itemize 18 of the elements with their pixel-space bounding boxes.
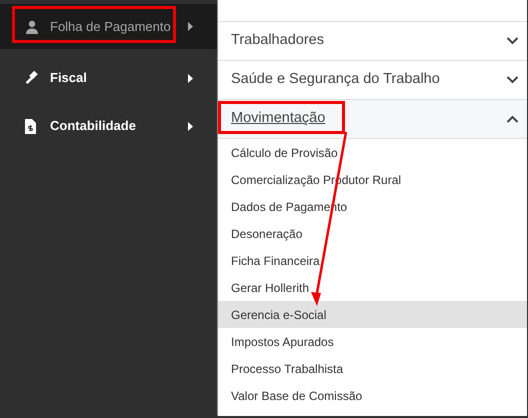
caret-right-icon: [188, 122, 193, 130]
submenu-item[interactable]: Cálculo de Provisão: [218, 139, 527, 166]
submenu-item[interactable]: Desoneração: [218, 220, 527, 247]
submenu-item[interactable]: Gerar Hollerith: [218, 274, 527, 301]
submenu-item[interactable]: Processo Trabalhista: [218, 355, 527, 382]
chevron-up-icon: [506, 115, 519, 123]
chevron-down-icon: [506, 37, 519, 45]
document-icon: [25, 118, 36, 134]
submenu-item[interactable]: Ficha Financeira: [218, 247, 527, 274]
caret-right-icon: [188, 74, 193, 82]
submenu-item[interactable]: Gerencia e-Social: [218, 301, 527, 328]
gavel-icon: [25, 71, 39, 85]
accordion-header[interactable]: Movimentação: [218, 100, 527, 139]
caret-right-icon: [188, 22, 193, 31]
submenu-item[interactable]: Impostos Apurados: [218, 328, 527, 355]
chevron-down-icon: [506, 76, 519, 84]
submenu-item[interactable]: Valor Base de Comissão: [218, 382, 527, 409]
person-icon: [25, 20, 39, 34]
